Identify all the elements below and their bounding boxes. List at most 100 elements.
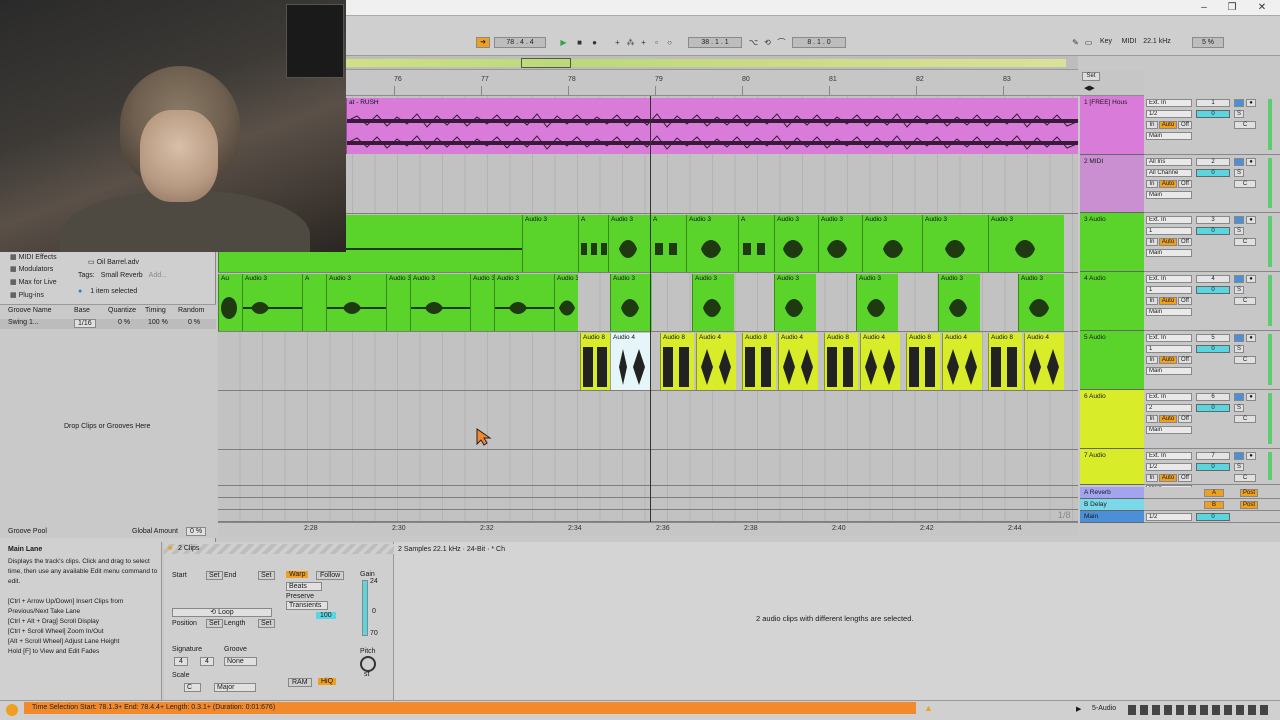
- monitor-in-button[interactable]: In: [1146, 238, 1158, 246]
- clip-audio3[interactable]: Audio 3: [608, 215, 650, 272]
- groove-random[interactable]: 0 %: [188, 319, 200, 326]
- activator-button[interactable]: [1234, 393, 1244, 401]
- monitor-off-button[interactable]: Off: [1178, 415, 1192, 423]
- return-name[interactable]: A Reverb: [1084, 489, 1111, 496]
- preserve-select[interactable]: Transients: [286, 601, 329, 610]
- track-lane-1[interactable]: at - RUSH: [218, 96, 1078, 154]
- envelope-value[interactable]: 100: [316, 612, 336, 619]
- clip-audio3[interactable]: Audio 3: [410, 274, 470, 331]
- clip-audio3[interactable]: Audio 3: [610, 274, 652, 331]
- output-select[interactable]: Main: [1146, 249, 1192, 257]
- track-pan[interactable]: C: [1234, 415, 1256, 423]
- prev-locator-icon[interactable]: ◀▶: [1084, 84, 1095, 92]
- clip-audio4[interactable]: Audio 4: [1024, 333, 1064, 390]
- track-volume[interactable]: 0: [1196, 227, 1230, 235]
- input-type-select[interactable]: Ext. In: [1146, 99, 1192, 107]
- clip-audio4[interactable]: Audio 4: [696, 333, 736, 390]
- overview-visible-region[interactable]: [521, 58, 571, 68]
- activator-button[interactable]: [1234, 158, 1244, 166]
- input-channel-select[interactable]: All Channe: [1146, 169, 1192, 177]
- clip-audio8[interactable]: Audio 8: [580, 333, 610, 390]
- scale-root-select[interactable]: C: [184, 683, 202, 692]
- main-lane[interactable]: [218, 510, 1078, 522]
- clip-audio8[interactable]: Audio 8: [988, 333, 1022, 390]
- clip-audio8[interactable]: Audio 8: [824, 333, 858, 390]
- track-volume[interactable]: 0: [1196, 404, 1230, 412]
- input-type-select[interactable]: All Ins: [1146, 158, 1192, 166]
- track-volume[interactable]: 0: [1196, 345, 1230, 353]
- warp-mode-select[interactable]: Beats: [286, 582, 322, 591]
- monitor-off-button[interactable]: Off: [1178, 180, 1192, 188]
- input-type-select[interactable]: Ext. In: [1146, 216, 1192, 224]
- midi-map-button[interactable]: MIDI: [1118, 37, 1140, 48]
- keyboard-icon[interactable]: ▭: [1083, 37, 1094, 48]
- groove-row[interactable]: Swing 1... 1/16 0 % 100 % 0 %: [0, 319, 216, 329]
- clip-audio3[interactable]: Audio 3: [326, 274, 386, 331]
- input-type-select[interactable]: Ext. In: [1146, 275, 1192, 283]
- track-name[interactable]: 4 Audio: [1084, 275, 1106, 282]
- monitor-in-button[interactable]: In: [1146, 474, 1158, 482]
- clip-audio3[interactable]: Audio 3: [494, 274, 554, 331]
- arm-icon[interactable]: ●: [1246, 275, 1256, 283]
- punch-out-icon[interactable]: ⌒: [776, 37, 787, 48]
- clip-audio3[interactable]: Audio 3: [686, 215, 738, 272]
- clip-audio3[interactable]: Audio 3: [774, 274, 816, 331]
- groove-select[interactable]: None: [224, 657, 257, 666]
- clip-audio3[interactable]: Audio 3: [862, 215, 922, 272]
- track-pan[interactable]: C: [1234, 180, 1256, 188]
- clip-audio3[interactable]: Audio 3: [818, 215, 862, 272]
- input-channel-select[interactable]: 2: [1146, 404, 1192, 412]
- track-name[interactable]: 6 Audio: [1084, 393, 1106, 400]
- time-ruler[interactable]: 2:28 2:30 2:32 2:34 2:36 2:38 2:40 2:42 2:44: [218, 522, 1078, 536]
- clip-audio3[interactable]: Audio 3: [386, 274, 410, 331]
- ram-button[interactable]: RAM: [288, 678, 312, 687]
- input-type-select[interactable]: Ext. In: [1146, 393, 1192, 401]
- clip-a[interactable]: A: [302, 274, 326, 331]
- track-pan[interactable]: C: [1234, 121, 1256, 129]
- activator-button[interactable]: [1234, 452, 1244, 460]
- clip-audio3[interactable]: Audio 3: [774, 215, 818, 272]
- clip-audio8[interactable]: Audio 8: [906, 333, 940, 390]
- browser-item-midi-effects[interactable]: ▦ MIDI Effects: [10, 253, 57, 261]
- follow-button[interactable]: Follow: [316, 571, 345, 580]
- clip-audio3[interactable]: Audio 3: [1018, 274, 1064, 331]
- clip-rush[interactable]: at - RUSH: [346, 98, 1078, 154]
- clip-a[interactable]: A: [578, 215, 608, 272]
- track-lane-6[interactable]: [218, 391, 1078, 450]
- signature-denominator[interactable]: 4: [200, 657, 214, 666]
- hiq-button[interactable]: HiQ: [318, 678, 337, 685]
- track-header-4[interactable]: 4 Audio: [1080, 272, 1144, 331]
- track-lane-7[interactable]: [218, 450, 1078, 486]
- monitor-in-button[interactable]: In: [1146, 180, 1158, 188]
- return-header-1[interactable]: B Delay: [1080, 499, 1144, 511]
- input-channel-select[interactable]: 1: [1146, 227, 1192, 235]
- solo-button[interactable]: S: [1234, 404, 1244, 412]
- return-letter[interactable]: A: [1204, 489, 1224, 497]
- loop-length[interactable]: 8 . 1 . 0: [792, 37, 846, 48]
- clip-audio3[interactable]: Audio 3: [988, 215, 1064, 272]
- metronome-icon[interactable]: ○: [664, 37, 675, 48]
- browser-item-modulators[interactable]: ▦ Modulators: [10, 265, 53, 273]
- groove-base[interactable]: 1/16: [74, 319, 96, 328]
- activator-button[interactable]: [1234, 99, 1244, 107]
- solo-button[interactable]: S: [1234, 110, 1244, 118]
- track-lane-4[interactable]: Au Audio 3 A Audio 3 Audio 3 Audio 3 Aud…: [218, 273, 1078, 332]
- post-button[interactable]: Post: [1240, 489, 1258, 497]
- track-lane-5[interactable]: Audio 8 Audio 4 Audio 8 Audio 4 Audio 8 …: [218, 332, 1078, 391]
- solo-button[interactable]: S: [1234, 463, 1244, 471]
- warning-icon[interactable]: [6, 704, 18, 716]
- track-lane-3[interactable]: Audio 3 A Audio 3 A Audio 3 A Audio 3 Au…: [218, 214, 1078, 273]
- track-name[interactable]: 5 Audio: [1084, 334, 1106, 341]
- return-name[interactable]: B Delay: [1084, 501, 1107, 508]
- overdub-icon[interactable]: +: [612, 37, 623, 48]
- clip-audio3[interactable]: Audio 3: [470, 274, 494, 331]
- minimize-button[interactable]: –: [1192, 1, 1216, 15]
- add-tag-button[interactable]: Add...: [149, 272, 167, 279]
- browser-item-max-for-live[interactable]: ▦ Max for Live: [10, 278, 57, 286]
- arrangement-overview[interactable]: [346, 56, 1078, 70]
- maximize-button[interactable]: ❐: [1220, 1, 1244, 15]
- monitor-in-button[interactable]: In: [1146, 356, 1158, 364]
- monitor-auto-button[interactable]: Auto: [1159, 238, 1177, 246]
- main-channel-select[interactable]: 1/2: [1146, 513, 1192, 521]
- output-select[interactable]: Main: [1146, 191, 1192, 199]
